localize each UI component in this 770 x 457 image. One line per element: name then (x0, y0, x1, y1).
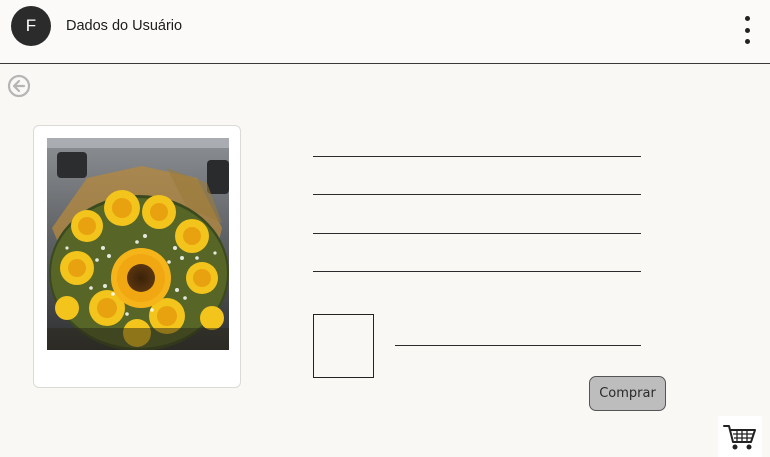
more-options-button[interactable] (738, 16, 756, 44)
more-vertical-icon-dot (744, 27, 750, 33)
more-vertical-icon-dot (744, 39, 750, 44)
sunflower-bouquet-image (47, 138, 229, 350)
page-title: Dados do Usuário (66, 18, 183, 34)
back-button[interactable] (7, 74, 31, 98)
product-image (47, 138, 229, 350)
text-field-1[interactable] (313, 156, 641, 157)
avatar-initial: F (25, 16, 37, 35)
product-card (33, 125, 241, 388)
avatar[interactable]: F (11, 6, 51, 46)
arrow-left-circle-icon (7, 74, 31, 98)
text-field-2[interactable] (313, 194, 641, 195)
more-vertical-icon (744, 16, 750, 21)
text-field-5[interactable] (395, 345, 641, 346)
cart-button[interactable] (718, 416, 762, 457)
buy-button[interactable]: Comprar (589, 376, 666, 411)
image-box[interactable] (313, 314, 374, 378)
text-field-3[interactable] (313, 233, 641, 234)
app-header: F Dados do Usuário (0, 0, 770, 64)
shopping-cart-icon (723, 424, 756, 449)
text-field-4[interactable] (313, 271, 641, 272)
